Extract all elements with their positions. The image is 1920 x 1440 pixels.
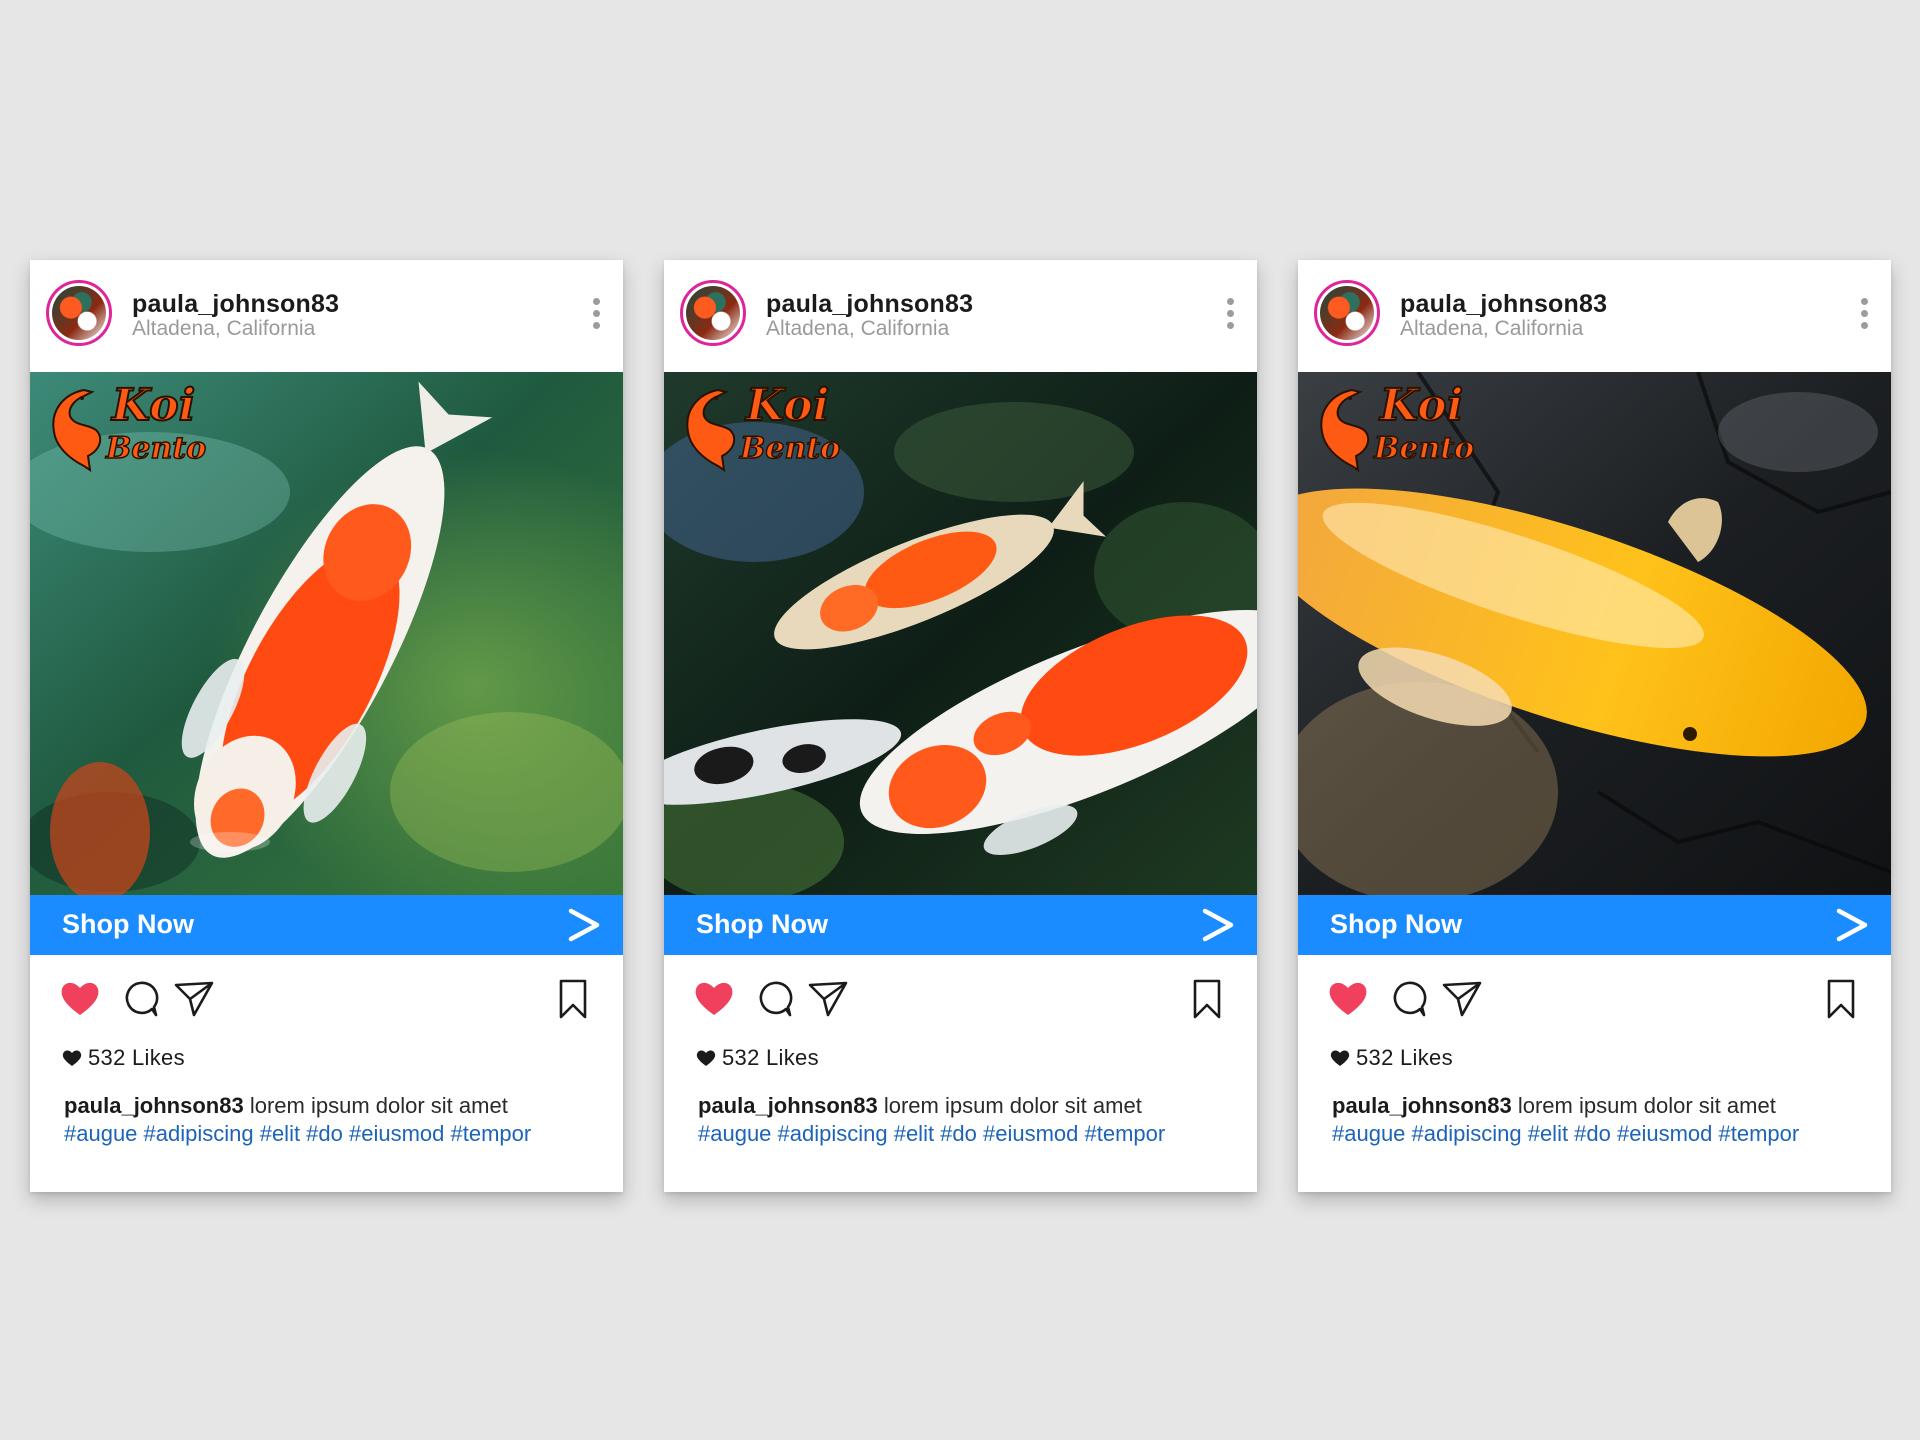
- brand-logo-line2: Bento: [105, 431, 207, 466]
- shop-now-label: Shop Now: [62, 909, 194, 939]
- post-actions: [1298, 977, 1891, 1027]
- likes-count[interactable]: 532 Likes: [696, 1045, 819, 1075]
- heart-icon[interactable]: [692, 977, 736, 1021]
- arrow-right-icon: [1202, 908, 1234, 942]
- shop-now-button[interactable]: Shop Now: [1298, 895, 1891, 955]
- likes-label: 532 Likes: [88, 1045, 185, 1070]
- likes-count[interactable]: 532 Likes: [1330, 1045, 1453, 1075]
- small-heart-icon: [1330, 1050, 1350, 1066]
- more-vertical-icon[interactable]: [1225, 298, 1235, 332]
- post-caption: paula_johnson83 lorem ipsum dolor sit am…: [698, 1092, 1238, 1148]
- brand-logo: Koi Bento: [44, 382, 214, 482]
- post-location[interactable]: Altadena, California: [766, 317, 949, 341]
- brand-logo: Koi Bento: [1312, 382, 1482, 482]
- post-photo[interactable]: Koi Bento: [1298, 372, 1891, 895]
- post-location[interactable]: Altadena, California: [1400, 317, 1583, 341]
- post-header: paula_johnson83 Altadena, California: [1298, 260, 1891, 371]
- caption-text: lorem ipsum dolor sit amet: [877, 1093, 1142, 1118]
- heart-icon[interactable]: [1326, 977, 1370, 1021]
- brand-logo-line2: Bento: [1373, 431, 1475, 466]
- more-vertical-icon[interactable]: [1859, 298, 1869, 332]
- caption-username[interactable]: paula_johnson83: [64, 1093, 244, 1118]
- post-card: paula_johnson83 Altadena, California Koi…: [1298, 260, 1891, 1192]
- caption-text: lorem ipsum dolor sit amet: [243, 1093, 508, 1118]
- post-header: paula_johnson83 Altadena, California: [664, 260, 1257, 371]
- brand-logo-line1: Koi: [745, 380, 830, 431]
- shop-now-label: Shop Now: [696, 909, 828, 939]
- post-caption: paula_johnson83 lorem ipsum dolor sit am…: [64, 1092, 604, 1148]
- comment-icon[interactable]: [1386, 977, 1430, 1021]
- avatar[interactable]: [680, 280, 746, 346]
- bookmark-icon[interactable]: [551, 977, 595, 1021]
- post-card: paula_johnson83 Altadena, California Koi…: [30, 260, 623, 1192]
- arrow-right-icon: [568, 908, 600, 942]
- caption-text: lorem ipsum dolor sit amet: [1511, 1093, 1776, 1118]
- post-card: paula_johnson83 Altadena, California Koi…: [664, 260, 1257, 1192]
- post-photo[interactable]: Koi Bento: [30, 372, 623, 895]
- post-username[interactable]: paula_johnson83: [1400, 290, 1607, 319]
- more-vertical-icon[interactable]: [591, 298, 601, 332]
- brand-logo-line2: Bento: [739, 431, 841, 466]
- brand-logo-line1: Koi: [1379, 380, 1464, 431]
- arrow-right-icon: [1836, 908, 1868, 942]
- likes-label: 532 Likes: [1356, 1045, 1453, 1070]
- caption-hashtags[interactable]: #augue #adipiscing #elit #do #eiusmod #t…: [64, 1120, 604, 1148]
- post-actions: [30, 977, 623, 1027]
- heart-icon[interactable]: [58, 977, 102, 1021]
- send-icon[interactable]: [172, 977, 216, 1021]
- small-heart-icon: [62, 1050, 82, 1066]
- post-actions: [664, 977, 1257, 1027]
- caption-hashtags[interactable]: #augue #adipiscing #elit #do #eiusmod #t…: [1332, 1120, 1872, 1148]
- post-caption: paula_johnson83 lorem ipsum dolor sit am…: [1332, 1092, 1872, 1148]
- shop-now-button[interactable]: Shop Now: [664, 895, 1257, 955]
- brand-logo-line1: Koi: [111, 380, 196, 431]
- post-username[interactable]: paula_johnson83: [132, 290, 339, 319]
- caption-username[interactable]: paula_johnson83: [698, 1093, 878, 1118]
- send-icon[interactable]: [806, 977, 850, 1021]
- likes-count[interactable]: 532 Likes: [62, 1045, 185, 1075]
- comment-icon[interactable]: [752, 977, 796, 1021]
- koi-logo-icon: [52, 388, 102, 472]
- avatar[interactable]: [46, 280, 112, 346]
- koi-logo-icon: [686, 388, 736, 472]
- post-location[interactable]: Altadena, California: [132, 317, 315, 341]
- brand-logo: Koi Bento: [678, 382, 848, 482]
- avatar[interactable]: [1314, 280, 1380, 346]
- post-header: paula_johnson83 Altadena, California: [30, 260, 623, 371]
- send-icon[interactable]: [1440, 977, 1484, 1021]
- shop-now-label: Shop Now: [1330, 909, 1462, 939]
- comment-icon[interactable]: [118, 977, 162, 1021]
- bookmark-icon[interactable]: [1819, 977, 1863, 1021]
- likes-label: 532 Likes: [722, 1045, 819, 1070]
- bookmark-icon[interactable]: [1185, 977, 1229, 1021]
- post-username[interactable]: paula_johnson83: [766, 290, 973, 319]
- caption-username[interactable]: paula_johnson83: [1332, 1093, 1512, 1118]
- caption-hashtags[interactable]: #augue #adipiscing #elit #do #eiusmod #t…: [698, 1120, 1238, 1148]
- koi-logo-icon: [1320, 388, 1370, 472]
- post-photo[interactable]: Koi Bento: [664, 372, 1257, 895]
- small-heart-icon: [696, 1050, 716, 1066]
- shop-now-button[interactable]: Shop Now: [30, 895, 623, 955]
